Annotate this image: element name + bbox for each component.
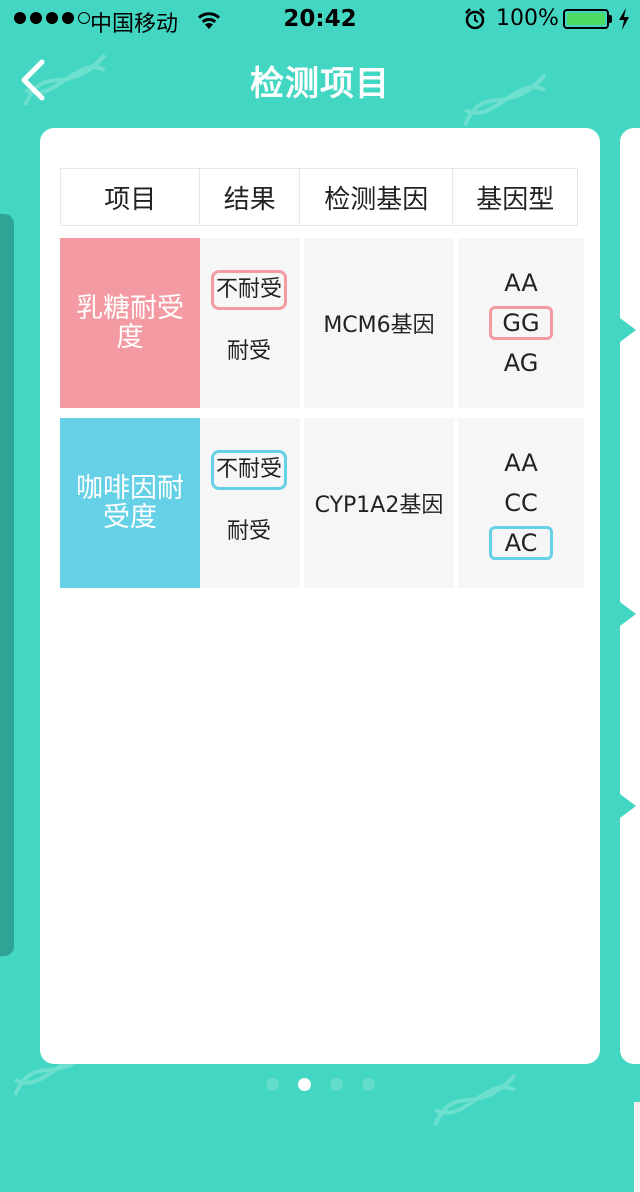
page-dot[interactable]: [265, 1078, 279, 1091]
page-indicator[interactable]: [0, 1078, 640, 1091]
genotype-option: AG: [503, 349, 539, 377]
result-card: 项目 结果 检测基因 基因型 乳糖耐受度 不耐受 耐受 MCM6基因 AA GG…: [40, 128, 600, 1064]
genotype-option: CC: [504, 489, 538, 517]
table-header: 项目 结果 检测基因 基因型: [60, 168, 578, 226]
header-genotype: 基因型: [476, 184, 555, 215]
header-gene: 检测基因: [300, 169, 454, 225]
result-cell: 不耐受 耐受: [200, 238, 300, 408]
result-cell: 不耐受 耐受: [200, 418, 300, 588]
gene-name: MCM6基因: [304, 238, 454, 408]
genotype-option: GG: [489, 306, 553, 340]
result-option: 不耐受: [211, 450, 287, 490]
gene-name: CYP1A2基因: [304, 418, 454, 588]
timeline-marker-icon: [620, 602, 636, 626]
genotype-option: AA: [504, 449, 538, 477]
table-row: 咖啡因耐受度 不耐受 耐受 CYP1A2基因 AA CC AC: [60, 418, 584, 588]
genotype-cell: AA CC AC: [458, 418, 584, 588]
timeline-marker-icon: [620, 318, 636, 342]
table-row: 乳糖耐受度 不耐受 耐受 MCM6基因 AA GG AG: [60, 238, 584, 408]
page-dot[interactable]: [329, 1078, 343, 1091]
battery-icon: [563, 9, 609, 29]
page-title: 检测项目: [250, 64, 390, 104]
status-bar: 中国移动 20:42 100%: [0, 0, 640, 40]
alarm-clock-icon: [465, 8, 485, 30]
charging-bolt-icon: [619, 8, 629, 30]
next-card-peek[interactable]: [620, 128, 640, 1192]
result-option: 不耐受: [211, 270, 287, 310]
header-result: 结果: [200, 169, 301, 225]
item-name: 乳糖耐受度: [60, 238, 200, 408]
battery-percent: 100%: [496, 6, 559, 31]
genotype-option: AA: [504, 269, 538, 297]
header-item: 项目: [61, 169, 201, 225]
item-name: 咖啡因耐受度: [60, 418, 200, 588]
result-option: 耐受: [226, 339, 271, 364]
genotype-cell: AA GG AG: [458, 238, 584, 408]
genotype-option: AC: [489, 526, 553, 560]
previous-card-peek[interactable]: [0, 214, 14, 956]
timeline-marker-icon: [620, 794, 636, 818]
page-dot[interactable]: [361, 1078, 375, 1091]
next-card-content: [634, 1102, 640, 1192]
page-dot[interactable]: [297, 1078, 311, 1091]
result-option: 耐受: [226, 519, 271, 544]
